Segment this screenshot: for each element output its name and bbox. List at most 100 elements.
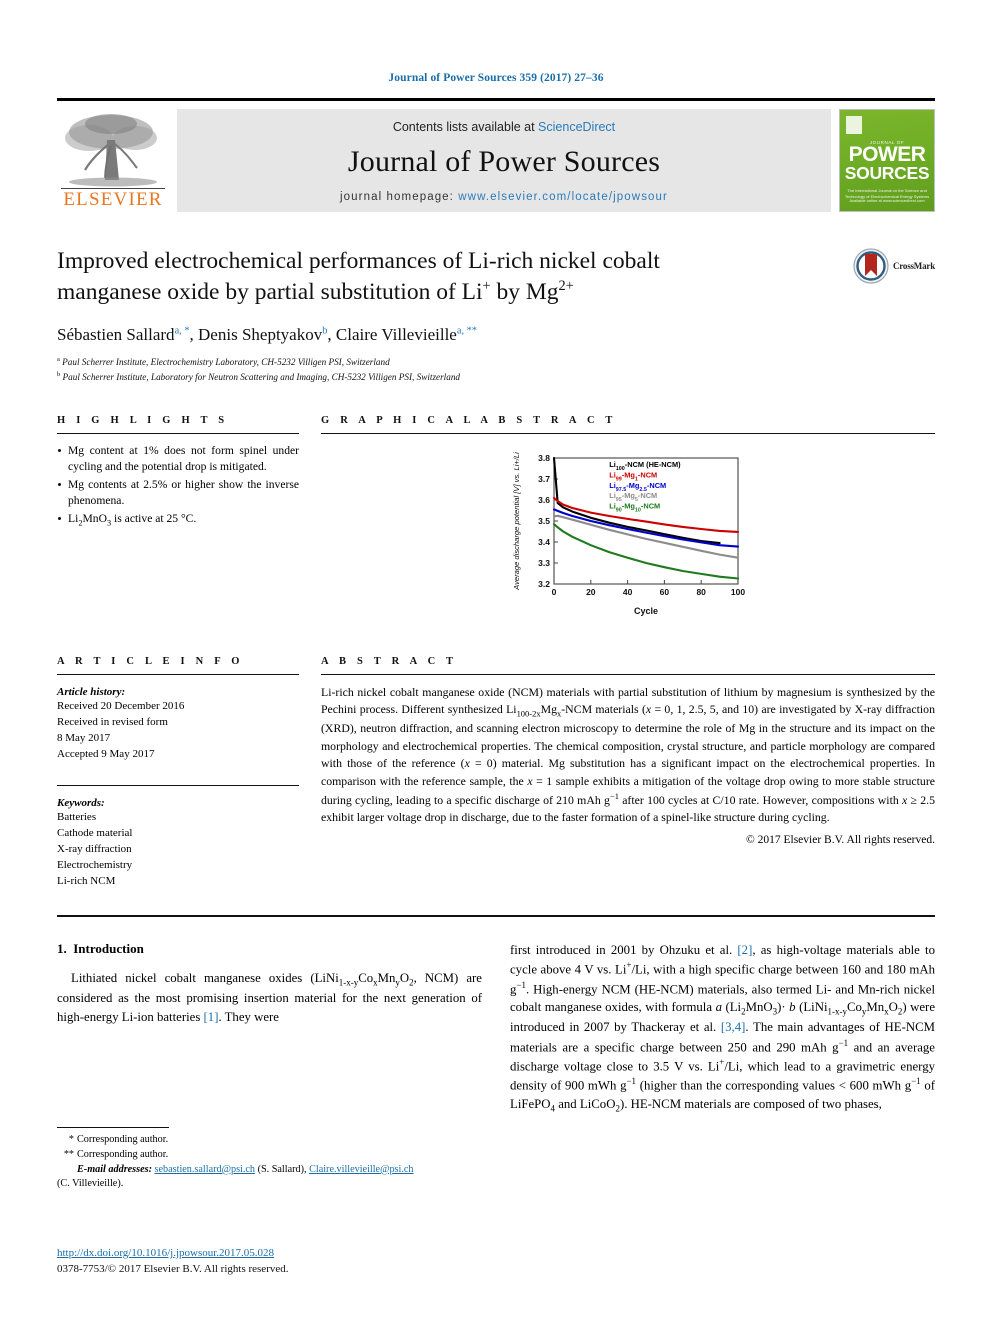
footnote-emails: E-mail addresses: sebastien.sallard@psi.… [57,1163,487,1178]
list-item: Mg content at 1% does not form spinel un… [57,443,299,476]
title-sup-plus: + [482,278,491,295]
paper-page: Journal of Power Sources 359 (2017) 27–3… [0,0,992,1323]
cover-title-line1: POWER [848,143,926,166]
abstract-rule [321,673,935,675]
author-1-name[interactable]: Sébastien Sallard [57,325,175,344]
author-list: Sébastien Sallarda, *, Denis Sheptyakovb… [57,325,477,345]
cover-title-line2: SOURCES [844,162,930,183]
svg-text:80: 80 [696,587,706,597]
footnote-mark-1: * [68,1134,74,1145]
keyword-4: Electrochemistry [57,859,133,872]
article-info-rule [57,673,299,675]
doi-link[interactable]: http://dx.doi.org/10.1016/j.jpowsour.201… [57,1247,274,1259]
homepage-prefix: journal homepage: [340,190,459,203]
article-history-block: Article history: Received 20 December 20… [57,686,299,762]
title-sup-2plus: 2+ [558,278,574,295]
article-info-heading: A R T I C L E I N F O [57,655,244,667]
title-block: Improved electrochemical performances of… [57,246,935,385]
author-1-marks: a, * [174,325,190,337]
journal-cover-thumbnail[interactable]: JOURNAL OF POWER SOURCES The Internation… [839,109,935,212]
keyword-5: Li-rich NCM [57,875,116,888]
running-head: Journal of Power Sources 359 (2017) 27–3… [388,72,604,84]
highlights-graphical-panels: H I G H L I G H T S Mg content at 1% doe… [57,415,935,618]
homepage-url-link[interactable]: www.elsevier.com/locate/jpowsour [458,191,668,203]
list-item: Li2MnO3 is active at 25 °C. [57,511,299,529]
issn-copyright-line: 0378-7753/© 2017 Elsevier B.V. All right… [57,1263,289,1275]
journal-title: Journal of Power Sources [347,144,661,178]
svg-text:3.4: 3.4 [538,537,550,547]
journal-homepage-line: journal homepage: www.elsevier.com/locat… [340,191,668,203]
abstract-panel: A B S T R A C T Li-rich nickel cobalt ma… [321,656,935,889]
journal-banner: ELSEVIER Contents lists available at Sci… [57,98,935,212]
svg-text:3.7: 3.7 [538,474,550,484]
cover-footer: Available online at www.sciencedirect.co… [849,198,925,203]
history-line-4: Accepted 9 May 2017 [57,747,155,760]
banner-center: Contents lists available at ScienceDirec… [177,109,831,212]
svg-text:3.5: 3.5 [538,516,550,526]
email-owner-1: (S. Sallard), [257,1163,307,1175]
cover-kicker: JOURNAL OF [869,140,905,145]
title-line-2-pre: manganese oxide by partial substitution … [57,279,483,306]
article-info-panel: A R T I C L E I N F O Article history: R… [57,656,299,889]
highlights-list: Mg content at 1% does not form spinel un… [57,443,299,529]
introduction-paragraph-right: first introduced in 2001 by Ohzuku et al… [510,943,935,1114]
abstract-text: Li-rich nickel cobalt manganese oxide (N… [321,684,936,825]
keyword-2: Cathode material [57,826,133,839]
cover-title-group: JOURNAL OF POWER SOURCES The Internation… [840,140,934,200]
svg-text:Average discharge potential [V: Average discharge potential [V] vs. Li+/… [512,452,521,591]
author-3-name[interactable]: Claire Villevieille [336,325,457,344]
footnote-text-2: Corresponding author. [77,1148,169,1160]
svg-text:3.8: 3.8 [538,453,550,463]
svg-text:60: 60 [660,587,670,597]
cover-publisher-mark [846,116,862,134]
contents-available-line: Contents lists available at ScienceDirec… [393,120,615,134]
author-2-name[interactable]: Denis Sheptyakov [198,325,322,344]
crossmark-icon [853,248,889,284]
affiliation-a-text: Paul Scherrer Institute, Electrochemistr… [62,357,390,368]
svg-text:20: 20 [586,587,596,597]
graphical-abstract-heading: G R A P H I C A L A B S T R A C T [321,414,617,426]
keywords-block: Keywords: Batteries Cathode material X-r… [57,797,299,889]
elsevier-wordmark: ELSEVIER [61,188,165,210]
highlights-heading: H I G H L I G H T S [57,414,229,426]
footnote-rule [57,1127,169,1128]
keywords-lines: Batteries Cathode material X-ray diffrac… [57,809,299,889]
chart-svg: 3.2 3.3 3.4 3.5 3.6 3.7 3.8 0 20 40 60 80 100 Cycle Av… [512,452,745,616]
svg-text:3.6: 3.6 [538,495,550,505]
email-link-sallard[interactable]: sebastien.sallard@psi.ch [155,1164,255,1175]
affiliation-b-mark: b [57,370,61,378]
body-column-left: 1. Introduction Lithiated nickel cobalt … [57,941,482,1115]
footnote-mark-2: ** [63,1148,74,1160]
history-line-2: Received in revised form [57,715,168,728]
body-columns: 1. Introduction Lithiated nickel cobalt … [57,941,935,1115]
history-line-3: 8 May 2017 [57,731,111,744]
highlight-text-2: Mg contents at 2.5% or higher show the i… [68,477,299,508]
graphical-abstract-panel: G R A P H I C A L A B S T R A C T 3.2 3.3… [321,415,935,618]
highlight-text-1: Mg content at 1% does not form spinel un… [68,443,299,474]
affiliation-list: a Paul Scherrer Institute, Electrochemis… [57,355,935,385]
section-number: 1. [57,941,67,957]
introduction-paragraph-left: Lithiated nickel cobalt manganese oxides… [57,971,482,1024]
sciencedirect-link[interactable]: ScienceDirect [538,120,615,134]
article-history-label: Article history: [57,685,126,698]
copyright-line: © 2017 Elsevier B.V. All rights reserved… [746,833,935,846]
highlight-text-3: Li2MnO3 is active at 25 °C. [68,511,197,527]
abstract-heading: A B S T R A C T [321,655,458,667]
page-title: Improved electrochemical performances of… [57,246,797,308]
crossmark-badge[interactable]: CrossMark [853,248,935,284]
svg-text:40: 40 [623,587,633,597]
elsevier-tree-icon [65,114,157,187]
email-link-villevieille[interactable]: Claire.villevieille@psi.ch [309,1164,413,1175]
footnotes-block: * Corresponding author. ** Corresponding a… [57,1127,487,1192]
discharge-potential-chart: 3.2 3.3 3.4 3.5 3.6 3.7 3.8 0 20 40 60 80 100 Cycle Av… [508,446,748,618]
section-title-text: Introduction [73,941,144,957]
graphical-abstract-body: 3.2 3.3 3.4 3.5 3.6 3.7 3.8 0 20 40 60 80 100 Cycle Av… [321,434,935,618]
svg-text:3.3: 3.3 [538,558,550,568]
svg-text:100: 100 [731,587,745,597]
keyword-1: Batteries [57,810,97,823]
introduction-heading: 1. Introduction [57,941,482,957]
section-separator-rule [57,915,935,918]
history-line-1: Received 20 December 2016 [57,699,185,712]
footnote-email-owner-2: (C. Villevieille). [57,1178,124,1190]
article-history-lines: Received 20 December 2016 Received in re… [57,698,299,762]
